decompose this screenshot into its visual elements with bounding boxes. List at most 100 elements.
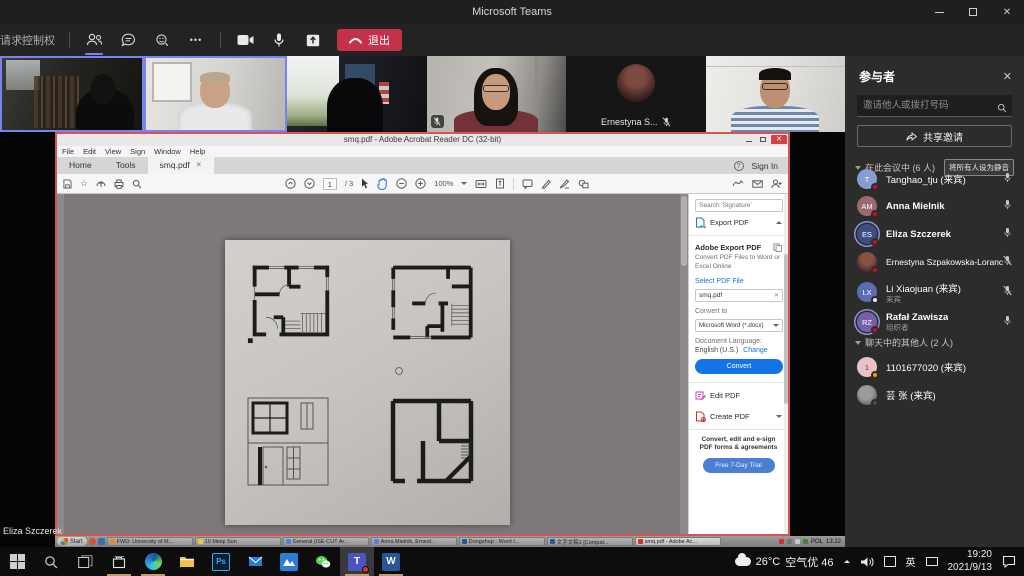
signature-pen-button[interactable] (732, 179, 744, 188)
acrobat-maximize-button[interactable] (757, 135, 769, 144)
volume-icon[interactable] (860, 556, 874, 568)
sidebar-scrollbar[interactable] (784, 194, 788, 534)
share-screen-button[interactable] (303, 30, 323, 50)
ime-icon[interactable] (884, 556, 896, 567)
participant-row-eliza[interactable]: ES Eliza Szczerek (845, 221, 1024, 247)
zoom-level-dropdown[interactable]: 100% (434, 179, 453, 188)
close-button[interactable]: ✕ (990, 0, 1024, 24)
task-view-button[interactable] (68, 547, 102, 576)
taskbar-store-button[interactable] (102, 547, 136, 576)
edit-pdf-row[interactable]: Edit PDF (689, 385, 788, 406)
scrollbar-thumb[interactable] (681, 196, 687, 266)
start-button[interactable] (0, 547, 34, 576)
highlight-tool-button[interactable] (541, 179, 551, 189)
mic-button[interactable] (269, 30, 289, 50)
convert-button[interactable]: Convert (695, 359, 783, 374)
select-tool-button[interactable] (361, 178, 369, 189)
remove-file-icon[interactable]: ✕ (774, 292, 779, 299)
video-tile-6[interactable] (706, 56, 846, 132)
video-tile-2[interactable] (144, 56, 288, 132)
taskbar-explorer-button[interactable] (170, 547, 204, 576)
star-button[interactable]: ☆ (80, 178, 88, 189)
taskbar-meeting-app-button[interactable] (272, 547, 306, 576)
mic-on-icon[interactable] (1003, 225, 1012, 243)
maximize-button[interactable] (956, 0, 990, 24)
create-pdf-row[interactable]: Create PDF (689, 406, 788, 427)
document-area[interactable] (57, 194, 688, 534)
invite-input[interactable] (857, 95, 1012, 117)
fit-width-button[interactable] (475, 179, 487, 189)
participant-row-li-xiaojuan[interactable]: LX Li Xiaojuan (来宾) 来宾 (845, 277, 1024, 307)
help-icon[interactable]: ? (734, 161, 744, 171)
menu-sign[interactable]: Sign (130, 147, 145, 156)
participant-row-tanghao[interactable]: T Tanghao_tju (来宾) (845, 166, 1024, 192)
save-button[interactable] (63, 179, 72, 189)
mic-on-icon[interactable] (1003, 313, 1012, 331)
tab-tools[interactable]: Tools (104, 157, 148, 174)
taskbar-word-button[interactable]: W (374, 547, 408, 576)
find-button[interactable] (132, 179, 142, 189)
menu-edit[interactable]: Edit (83, 147, 96, 156)
expand-icon[interactable] (776, 415, 782, 418)
mic-muted-icon[interactable] (1003, 283, 1012, 301)
menu-view[interactable]: View (105, 147, 121, 156)
shared-task-2[interactable]: 10 Meiqi Sun (195, 537, 281, 546)
shapes-tool-button[interactable] (578, 179, 589, 189)
shared-task-3[interactable]: General (ISE-CUT Ar... (283, 537, 369, 546)
free-trial-button[interactable]: Free 7-Day Trial (703, 458, 775, 473)
clock-widget[interactable]: 19:20 2021/9/13 (948, 549, 993, 574)
taskbar-teams-button[interactable]: T (340, 547, 374, 576)
acrobat-titlebar[interactable]: smq.pdf - Adobe Acrobat Reader DC (32-bi… (57, 134, 788, 146)
camera-button[interactable] (235, 30, 255, 50)
reactions-button[interactable] (152, 30, 172, 50)
chat-button[interactable] (118, 30, 138, 50)
send-mail-button[interactable] (752, 180, 763, 188)
left-pane-strip[interactable] (57, 194, 64, 534)
shared-task-4[interactable]: Anna Mielnik, Ernest... (371, 537, 457, 546)
shared-keyboard-language[interactable]: POL (811, 539, 823, 545)
shared-task-6[interactable]: 文字文稿1 [Compat... (547, 537, 633, 546)
video-tile-3[interactable] (287, 56, 427, 132)
taskbar-photoshop-button[interactable]: Ps (204, 547, 238, 576)
print-button[interactable] (114, 179, 124, 189)
selected-file-box[interactable]: smq.pdf ✕ (695, 289, 783, 302)
zoom-in-button[interactable] (415, 178, 426, 189)
more-options-button[interactable]: ••• (186, 30, 206, 50)
shared-start-button[interactable]: Start (57, 537, 87, 546)
hidden-icons-button[interactable] (844, 560, 850, 563)
share-document-button[interactable] (96, 179, 106, 189)
add-user-button[interactable] (771, 179, 782, 189)
shared-task-7[interactable]: smq.pdf - Adobe Ac... (635, 537, 721, 546)
menu-window[interactable]: Window (154, 147, 181, 156)
taskbar-wechat-button[interactable] (306, 547, 340, 576)
document-scrollbar[interactable] (680, 194, 688, 534)
shared-task-1[interactable]: FWD: University of M... (107, 537, 193, 546)
participant-row-yun-zhang[interactable]: 芸 张 (来宾) (845, 382, 1024, 408)
mic-on-icon[interactable] (1003, 197, 1012, 215)
participant-row-anna[interactable]: AM Anna Mielnik (845, 193, 1024, 219)
taskbar-mail-button[interactable] (238, 547, 272, 576)
share-invite-button[interactable]: 共享邀请 (857, 125, 1012, 147)
format-dropdown[interactable]: Microsoft Word (*.docx) (695, 319, 783, 332)
tab-close-icon[interactable]: ✕ (196, 157, 202, 174)
menu-help[interactable]: Help (190, 147, 205, 156)
zoom-out-button[interactable] (396, 178, 407, 189)
change-language-link[interactable]: Change (743, 347, 768, 354)
acrobat-close-button[interactable]: ✕ (771, 135, 787, 144)
leave-button[interactable]: 退出 (337, 29, 402, 51)
participant-row-rafal[interactable]: RZ Rafał Zawisza 组织者 (845, 307, 1024, 337)
panel-close-button[interactable]: ✕ (1003, 70, 1012, 83)
scrollbar-thumb[interactable] (784, 254, 788, 404)
hand-tool-button[interactable] (377, 178, 388, 190)
video-tile-4[interactable] (427, 56, 567, 132)
video-tile-5[interactable]: Ernestyna S... (566, 56, 706, 132)
participant-row-1101677020[interactable]: 1 1101677020 (来宾) (845, 354, 1024, 380)
taskbar-search-button[interactable] (34, 547, 68, 576)
browser-icon[interactable] (89, 538, 96, 545)
weather-widget[interactable]: 26°C 空气优 46 (735, 554, 834, 570)
tools-search-input[interactable] (695, 199, 783, 212)
minimize-button[interactable] (922, 0, 956, 24)
video-tile-1[interactable] (0, 56, 144, 132)
next-page-button[interactable] (304, 178, 315, 189)
taskbar-edge-button[interactable] (136, 547, 170, 576)
